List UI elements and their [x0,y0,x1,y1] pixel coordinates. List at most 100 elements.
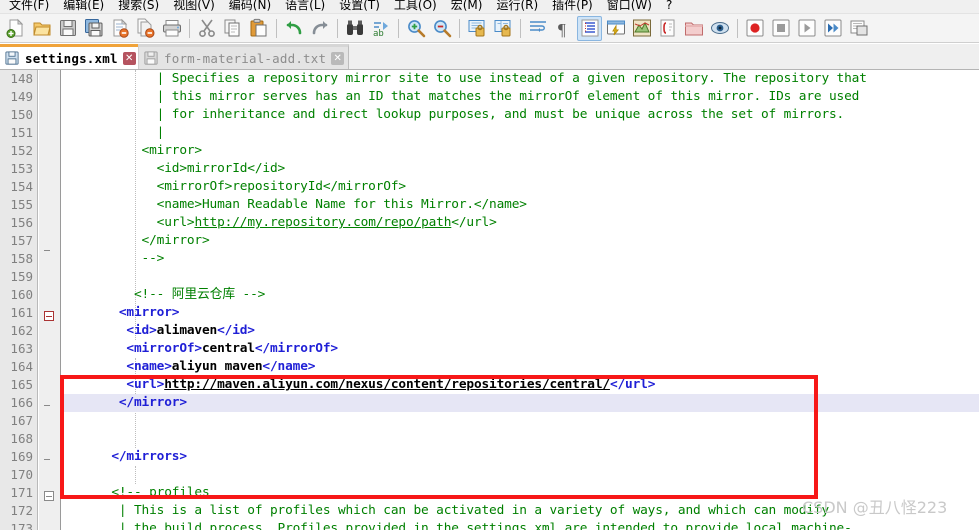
toolbar-zoom-in[interactable] [403,16,428,41]
line-number: 153 [10,161,33,176]
line-number: 162 [10,323,33,338]
find-binoculars-icon [345,18,365,38]
tab-form-material-add-txt[interactable]: form-material-add.txt ✕ [138,44,350,69]
menu-run[interactable]: 运行(R) [489,0,545,13]
notepad-plus-plus-window: 文件(F) 编辑(E) 搜索(S) 视图(V) 编码(N) 语言(L) 设置(T) 工具(O)… [0,0,979,530]
toolbar-sync-vertical[interactable] [464,16,489,41]
code-text: --> [66,250,165,268]
code-line[interactable]: 155 <name>Human Readable Name for this M… [0,196,979,214]
code-line[interactable]: 150 | for inheritance and direct lookup … [0,106,979,124]
menu-window[interactable]: 窗口(W) [600,0,659,13]
toolbar-show-symbols[interactable]: ¶ [551,16,576,41]
code-line[interactable]: 151 | [0,124,979,142]
toolbar-close[interactable] [107,16,132,41]
toolbar-print[interactable] [159,16,184,41]
code-line[interactable]: 172 | This is a list of profiles which c… [0,502,979,520]
code-line[interactable]: 164 <name>aliyun maven</name> [0,358,979,376]
toolbar-paste[interactable] [246,16,271,41]
toolbar-run-multi-macro[interactable] [820,16,845,41]
toolbar-zoom-out[interactable] [429,16,454,41]
close-icon[interactable]: ✕ [331,51,345,65]
toolbar-word-wrap[interactable] [525,16,550,41]
code-line[interactable]: 166 </mirror> [0,394,979,412]
toolbar-save-macro[interactable] [846,16,871,41]
menu-search[interactable]: 搜索(S) [111,0,166,13]
code-line[interactable]: 167 [0,412,979,430]
code-line[interactable]: 149 | this mirror serves has an ID that … [0,88,979,106]
line-number: 151 [10,125,33,140]
line-number: 152 [10,143,33,158]
menu-language[interactable]: 语言(L) [278,0,332,13]
code-line[interactable]: 163 <mirrorOf>central</mirrorOf> [0,340,979,358]
code-line[interactable]: 157 </mirror> [0,232,979,250]
code-line[interactable]: 171 <!-- profiles [0,484,979,502]
close-icon[interactable]: ✕ [122,51,136,65]
toolbar-save[interactable] [55,16,80,41]
toolbar-stop-macro[interactable] [768,16,793,41]
toolbar-save-all[interactable] [81,16,106,41]
toolbar-copy[interactable] [220,16,245,41]
toolbar-user-define-dialog[interactable] [603,16,628,41]
toolbar-sync-horizontal[interactable] [490,16,515,41]
code-line[interactable]: 161 <mirror> [0,304,979,322]
code-line[interactable]: 148 | Specifies a repository mirror site… [0,70,979,88]
code-line[interactable]: 160 <!-- 阿里云仓库 --> [0,286,979,304]
folder-workspace-icon [684,18,704,38]
toolbar-new[interactable] [3,16,28,41]
toolbar-sep-6 [520,18,521,38]
line-number: 173 [10,521,33,530]
menu-encoding[interactable]: 编码(N) [222,0,278,13]
toolbar-monitoring[interactable] [707,16,732,41]
record-macro-icon [745,18,765,38]
toolbar-cut[interactable] [194,16,219,41]
code-line[interactable]: 169 </mirrors> [0,448,979,466]
toolbar-close-all[interactable] [133,16,158,41]
menu-macro[interactable]: 宏(M) [444,0,490,13]
code-token: | for inheritance and direct lookup purp… [66,107,845,122]
code-line[interactable]: 170 [0,466,979,484]
url-link[interactable]: http://maven.aliyun.com/nexus/content/re… [164,377,610,392]
toolbar-replace[interactable]: ab [368,16,393,41]
code-line[interactable]: 162 <id>alimaven</id> [0,322,979,340]
code-line[interactable]: 156 <url>http://my.repository.com/repo/p… [0,214,979,232]
code-line[interactable]: 173 | the build process. Profiles provid… [0,520,979,530]
current-line-highlight [61,394,979,412]
menu-help[interactable]: ? [659,0,679,13]
toolbar-record-macro[interactable] [742,16,767,41]
code-line[interactable]: 165 <url>http://maven.aliyun.com/nexus/c… [0,376,979,394]
code-line[interactable]: 153 <id>mirrorId</id> [0,160,979,178]
line-number: 163 [10,341,33,356]
toolbar-find[interactable] [342,16,367,41]
menu-view[interactable]: 视图(V) [166,0,222,13]
toolbar-undo[interactable] [281,16,306,41]
toolbar-folder-workspace[interactable] [681,16,706,41]
url-link[interactable]: http://my.repository.com/repo/path [194,215,451,230]
menu-edit[interactable]: 编辑(E) [56,0,111,13]
code-line[interactable]: 168 [0,430,979,448]
code-text: | [66,124,165,142]
toolbar-redo[interactable] [307,16,332,41]
code-token: | this mirror serves has an ID that matc… [66,89,860,104]
toolbar-function-list[interactable] [655,16,680,41]
toolbar-play-macro[interactable] [794,16,819,41]
code-line[interactable]: 152 <mirror> [0,142,979,160]
toolbar-open[interactable] [29,16,54,41]
tab-settings-xml[interactable]: settings.xml ✕ [0,44,141,69]
menu-plugins[interactable]: 插件(P) [545,0,600,13]
menu-file[interactable]: 文件(F) [2,0,56,13]
code-token: <mirror> [66,305,180,320]
code-line[interactable]: 159 [0,268,979,286]
editor-area[interactable]: 148 | Specifies a repository mirror site… [0,70,979,530]
menu-settings[interactable]: 设置(T) [332,0,387,13]
toolbar-document-map[interactable] [629,16,654,41]
code-lines[interactable]: 148 | Specifies a repository mirror site… [0,70,979,530]
code-line[interactable]: 158 --> [0,250,979,268]
code-text: <id>mirrorId</id> [66,160,286,178]
toolbar-indent-guide[interactable] [577,15,602,41]
code-line[interactable]: 154 <mirrorOf>repositoryId</mirrorOf> [0,178,979,196]
sync-horizontal-icon [493,18,513,38]
line-number: 161 [10,305,33,320]
code-text: <name>Human Readable Name for this Mirro… [66,196,527,214]
code-text: <mirror> [66,142,203,160]
menu-tools[interactable]: 工具(O) [387,0,444,13]
